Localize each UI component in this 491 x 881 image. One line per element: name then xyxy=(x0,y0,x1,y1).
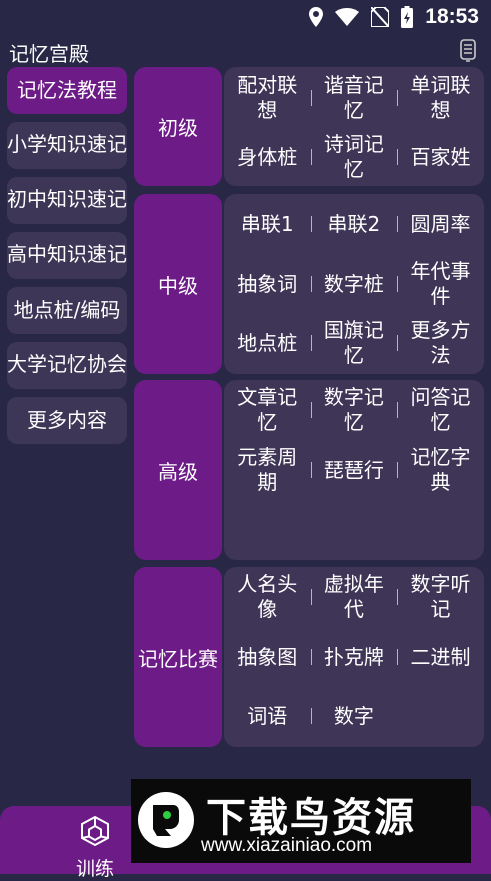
status-bar: 18:53 xyxy=(0,0,491,34)
method-item[interactable]: 扑克牌 xyxy=(310,645,398,670)
method-item[interactable]: 百家姓 xyxy=(397,145,484,170)
sidebar-item-label: 地点桩/编码 xyxy=(13,298,121,322)
method-item[interactable]: 单词联 想 xyxy=(397,73,484,123)
level-intermediate: 中级 串联1 串联2 圆周率 抽象词 数字桩 年代事 件地点桩 国旗记 忆更多方 法 xyxy=(134,194,484,374)
sidebar-item-label: 大学记忆协会 xyxy=(7,352,127,376)
no-sim-icon xyxy=(371,7,390,27)
method-item[interactable]: 问答记 忆 xyxy=(397,385,484,435)
tab-train-label: 训练 xyxy=(75,858,114,880)
method-item[interactable]: 串联2 xyxy=(310,212,398,237)
method-item[interactable]: 诗词记 忆 xyxy=(310,132,398,182)
status-icons: 18:53 xyxy=(309,5,479,29)
method-item[interactable]: 谐音记 忆 xyxy=(310,73,398,123)
level-row: 抽象图 扑克牌 二进制 xyxy=(224,629,484,685)
method-item[interactable]: 抽象图 xyxy=(224,645,311,670)
level-row: 人名头 像虚拟年 代数字听 记 xyxy=(224,569,484,625)
level-row: 地点桩 国旗记 忆更多方 法 xyxy=(224,315,484,371)
level-items-panel: 人名头 像虚拟年 代数字听 记抽象图 扑克牌 二进制 词语 数字 xyxy=(224,567,484,747)
level-label[interactable]: 高级 xyxy=(134,380,222,560)
method-item[interactable]: 国旗记 忆 xyxy=(310,318,398,368)
level-items-panel: 配对联 想谐音记 忆单词联 想身体桩 诗词记 忆百家姓 xyxy=(224,67,484,186)
document-menu-icon xyxy=(460,39,476,62)
level-row: 抽象词 数字桩 年代事 件 xyxy=(224,256,484,312)
level-advanced: 高级 文章记 忆数字记 忆问答记 忆元素周 期琵琶行 记忆字 典 xyxy=(134,380,484,560)
method-item[interactable]: 圆周率 xyxy=(397,212,484,237)
method-item[interactable]: 二进制 xyxy=(397,645,484,670)
level-row: 元素周 期琵琶行 记忆字 典 xyxy=(224,442,484,498)
sidebar-item-label: 记忆法教程 xyxy=(17,78,117,102)
level-row: 文章记 忆数字记 忆问答记 忆 xyxy=(224,382,484,438)
method-item[interactable]: 人名头 像 xyxy=(224,572,311,622)
level-row: 配对联 想谐音记 忆单词联 想 xyxy=(224,70,484,126)
location-icon xyxy=(309,7,324,27)
method-item[interactable]: 文章记 忆 xyxy=(224,385,311,435)
watermark: 下载鸟资源 www.xiazainiao.com xyxy=(131,779,471,863)
method-item[interactable]: 更多方 法 xyxy=(397,318,484,368)
level-items-panel: 串联1 串联2 圆周率 抽象词 数字桩 年代事 件地点桩 国旗记 忆更多方 法 xyxy=(224,194,484,374)
method-item[interactable]: 数字听 记 xyxy=(397,572,484,622)
method-item[interactable]: 数字 xyxy=(310,704,398,729)
level-label[interactable]: 中级 xyxy=(134,194,222,374)
sidebar-item-location-pegs[interactable]: 地点桩/编码 xyxy=(7,287,127,334)
method-item[interactable]: 地点桩 xyxy=(224,331,311,356)
sidebar-item-memory-tutorial[interactable]: 记忆法教程 xyxy=(7,67,127,114)
method-item[interactable]: 配对联 想 xyxy=(224,73,311,123)
sidebar-item-label: 高中知识速记 xyxy=(7,242,127,266)
sidebar-item-label: 小学知识速记 xyxy=(7,132,127,156)
level-row: 串联1 串联2 圆周率 xyxy=(224,196,484,252)
sidebar-item-senior-high[interactable]: 高中知识速记 xyxy=(7,232,127,279)
menu-button[interactable] xyxy=(460,39,476,67)
sidebar: 记忆法教程 小学知识速记 初中知识速记 高中知识速记 地点桩/编码 大学记忆协会… xyxy=(7,67,127,452)
method-item[interactable]: 年代事 件 xyxy=(397,259,484,309)
method-item[interactable]: 琵琶行 xyxy=(310,458,398,483)
method-item[interactable]: 记忆字 典 xyxy=(397,445,484,495)
watermark-url: www.xiazainiao.com xyxy=(201,835,373,856)
wifi-icon xyxy=(335,8,360,26)
method-item[interactable]: 虚拟年 代 xyxy=(310,572,398,622)
sidebar-item-label: 初中知识速记 xyxy=(7,187,127,211)
tab-train[interactable]: 训练 xyxy=(60,814,130,881)
clock: 18:53 xyxy=(425,5,479,28)
method-item[interactable]: 数字记 忆 xyxy=(310,385,398,435)
level-competition: 记忆比赛 人名头 像虚拟年 代数字听 记抽象图 扑克牌 二进制 词语 数字 xyxy=(134,567,484,747)
sidebar-item-university-association[interactable]: 大学记忆协会 xyxy=(7,342,127,389)
sidebar-item-label: 更多内容 xyxy=(27,408,107,432)
level-row: 词语 数字 xyxy=(224,688,484,744)
method-item[interactable]: 词语 xyxy=(224,704,311,729)
sidebar-item-primary-school[interactable]: 小学知识速记 xyxy=(7,122,127,169)
level-beginner: 初级 配对联 想谐音记 忆单词联 想身体桩 诗词记 忆百家姓 xyxy=(134,67,484,186)
level-label[interactable]: 记忆比赛 xyxy=(134,567,222,747)
method-item[interactable]: 数字桩 xyxy=(310,272,398,297)
cube-icon xyxy=(81,815,109,847)
method-item[interactable]: 元素周 期 xyxy=(224,445,311,495)
method-item[interactable]: 身体桩 xyxy=(224,145,311,170)
level-label[interactable]: 初级 xyxy=(134,67,222,186)
method-item[interactable]: 串联1 xyxy=(224,212,311,237)
sidebar-item-junior-high[interactable]: 初中知识速记 xyxy=(7,177,127,224)
level-row: 身体桩 诗词记 忆百家姓 xyxy=(224,129,484,185)
method-item[interactable]: 抽象词 xyxy=(224,272,311,297)
level-items-panel: 文章记 忆数字记 忆问答记 忆元素周 期琵琶行 记忆字 典 xyxy=(224,380,484,560)
app-title: 记忆宫殿 xyxy=(9,42,89,66)
bird-logo-icon xyxy=(138,792,194,848)
sidebar-item-more-content[interactable]: 更多内容 xyxy=(7,397,127,444)
battery-charging-icon xyxy=(401,6,414,28)
